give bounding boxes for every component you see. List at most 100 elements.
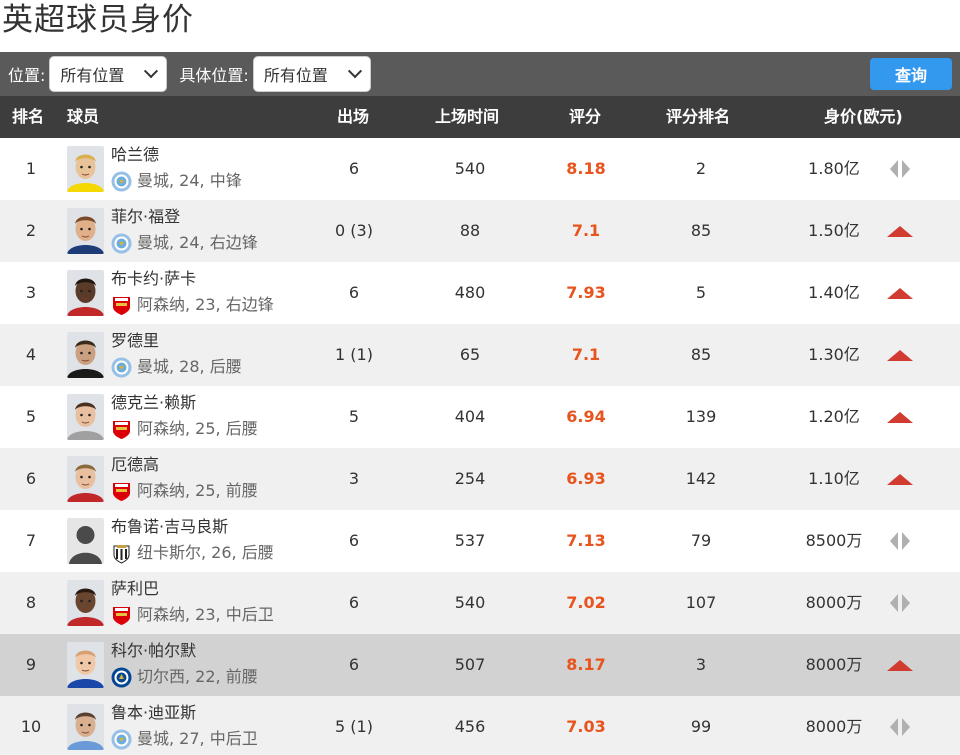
- player-info: 阿森纳, 25, 后腰: [111, 418, 258, 440]
- player-photo[interactable]: [67, 208, 104, 254]
- query-button[interactable]: 查询: [870, 58, 952, 90]
- rank-cell: 7: [25, 531, 37, 550]
- value-cell: 8000万: [805, 717, 863, 736]
- player-info: 阿森纳, 23, 右边锋: [111, 294, 274, 316]
- player-photo[interactable]: [67, 642, 104, 688]
- rank-cell: 5: [25, 407, 37, 426]
- trend-flat-icon: [890, 594, 910, 612]
- value-cell: 8000万: [805, 593, 863, 612]
- header-apps[interactable]: 出场: [337, 96, 369, 138]
- header-minutes[interactable]: 上场时间: [435, 96, 499, 138]
- table-row[interactable]: 4 罗德里 曼城, 28, 后腰 1 (1) 65 7.1 85 1.30亿: [0, 324, 960, 386]
- apps-cell: 6: [348, 531, 360, 550]
- rating-cell: 7.1: [571, 221, 601, 240]
- position-label: 位置:: [8, 66, 46, 85]
- player-photo[interactable]: [67, 580, 104, 626]
- minutes-cell: 65: [459, 345, 481, 364]
- rank-cell: 2: [25, 221, 37, 240]
- minutes-cell: 480: [454, 283, 486, 302]
- player-table-body: 1 哈兰德 曼城, 24, 中锋 6 540 8.18 2 1.80亿 2 菲尔·福登 曼城, 24…: [0, 138, 960, 755]
- trend-flat-icon: [890, 718, 910, 736]
- player-name-link[interactable]: 哈兰德: [111, 145, 159, 165]
- detail-position-select[interactable]: 所有位置: [252, 56, 371, 92]
- table-row[interactable]: 3 布卡约·萨卡 阿森纳, 23, 右边锋 6 480 7.93 5 1.40亿: [0, 262, 960, 324]
- trend-up-icon: [887, 288, 913, 299]
- rank-cell: 3: [25, 283, 37, 302]
- player-photo[interactable]: [67, 146, 104, 192]
- header-rating-rank[interactable]: 评分排名: [666, 96, 730, 138]
- rating-rank-cell: 79: [690, 531, 712, 550]
- apps-cell: 1 (1): [335, 345, 373, 364]
- player-info: 阿森纳, 25, 前腰: [111, 480, 258, 502]
- rating-cell: 7.02: [566, 593, 606, 612]
- rank-cell: 8: [25, 593, 37, 612]
- rating-cell: 8.18: [566, 159, 606, 178]
- position-select[interactable]: 所有位置: [49, 56, 168, 92]
- header-rank[interactable]: 排名: [12, 96, 44, 138]
- player-info-text: 阿森纳, 25, 后腰: [137, 419, 258, 438]
- header-value[interactable]: 身价(欧元): [824, 96, 903, 138]
- detail-position-label: 具体位置:: [179, 66, 249, 85]
- value-cell: 1.50亿: [808, 221, 860, 240]
- trend-up-icon: [887, 474, 913, 485]
- minutes-cell: 254: [454, 469, 486, 488]
- club-badge-icon: [111, 419, 137, 440]
- player-photo[interactable]: [67, 394, 104, 440]
- header-player[interactable]: 球员: [67, 96, 99, 138]
- rating-cell: 7.1: [571, 345, 601, 364]
- value-cell: 8500万: [805, 531, 863, 550]
- player-name-link[interactable]: 罗德里: [111, 331, 159, 351]
- player-info-text: 切尔西, 22, 前腰: [137, 667, 258, 686]
- player-photo[interactable]: [67, 518, 104, 564]
- chevron-down-icon: [144, 64, 159, 79]
- position-select-value: 所有位置: [60, 66, 125, 85]
- player-info: 纽卡斯尔, 26, 后腰: [111, 542, 274, 564]
- player-name-link[interactable]: 菲尔·福登: [111, 207, 180, 227]
- apps-cell: 6: [348, 593, 360, 612]
- player-info-text: 曼城, 28, 后腰: [137, 357, 242, 376]
- trend-flat-icon: [890, 532, 910, 550]
- table-row[interactable]: 8 萨利巴 阿森纳, 23, 中后卫 6 540 7.02 107 8000万: [0, 572, 960, 634]
- rating-rank-cell: 5: [695, 283, 707, 302]
- rank-cell: 10: [20, 717, 42, 736]
- player-name-link[interactable]: 萨利巴: [111, 579, 159, 599]
- rating-cell: 7.13: [566, 531, 606, 550]
- table-row[interactable]: 10 鲁本·迪亚斯 曼城, 27, 中后卫 5 (1) 456 7.03 99 8000万: [0, 696, 960, 755]
- player-photo[interactable]: [67, 704, 104, 750]
- value-cell: 1.20亿: [808, 407, 860, 426]
- player-photo[interactable]: [67, 270, 104, 316]
- apps-cell: 6: [348, 655, 360, 674]
- rank-cell: 4: [25, 345, 37, 364]
- header-rating[interactable]: 评分: [569, 96, 601, 138]
- player-info-text: 纽卡斯尔, 26, 后腰: [137, 543, 274, 562]
- minutes-cell: 88: [459, 221, 481, 240]
- player-info: 曼城, 24, 中锋: [111, 170, 242, 192]
- rating-cell: 8.17: [566, 655, 606, 674]
- detail-position-select-value: 所有位置: [263, 66, 328, 85]
- value-cell: 1.40亿: [808, 283, 860, 302]
- player-name-link[interactable]: 科尔·帕尔默: [111, 641, 196, 661]
- player-photo[interactable]: [67, 456, 104, 502]
- table-row[interactable]: 7 布鲁诺·吉马良斯 纽卡斯尔, 26, 后腰 6 537 7.13 79 8500万: [0, 510, 960, 572]
- table-row[interactable]: 6 厄德高 阿森纳, 25, 前腰 3 254 6.93 142 1.10亿: [0, 448, 960, 510]
- table-row[interactable]: 5 德克兰·赖斯 阿森纳, 25, 后腰 5 404 6.94 139 1.20亿: [0, 386, 960, 448]
- table-row[interactable]: 2 菲尔·福登 曼城, 24, 右边锋 0 (3) 88 7.1 85 1.50亿: [0, 200, 960, 262]
- player-name-link[interactable]: 布卡约·萨卡: [111, 269, 196, 289]
- chevron-down-icon: [347, 64, 362, 79]
- apps-cell: 5: [348, 407, 360, 426]
- apps-cell: 6: [348, 283, 360, 302]
- player-name-link[interactable]: 厄德高: [111, 455, 159, 475]
- rank-cell: 1: [25, 159, 37, 178]
- player-name-link[interactable]: 鲁本·迪亚斯: [111, 703, 196, 723]
- table-row[interactable]: 9 科尔·帕尔默 切尔西, 22, 前腰 6 507 8.17 3 8000万: [0, 634, 960, 696]
- trend-up-icon: [887, 350, 913, 361]
- player-info: 曼城, 24, 右边锋: [111, 232, 258, 254]
- player-photo[interactable]: [67, 332, 104, 378]
- player-name-link[interactable]: 德克兰·赖斯: [111, 393, 196, 413]
- player-name-link[interactable]: 布鲁诺·吉马良斯: [111, 517, 228, 537]
- value-cell: 1.30亿: [808, 345, 860, 364]
- player-info-text: 阿森纳, 23, 中后卫: [137, 605, 274, 624]
- table-row[interactable]: 1 哈兰德 曼城, 24, 中锋 6 540 8.18 2 1.80亿: [0, 138, 960, 200]
- rating-rank-cell: 107: [685, 593, 717, 612]
- club-badge-icon: [111, 667, 137, 688]
